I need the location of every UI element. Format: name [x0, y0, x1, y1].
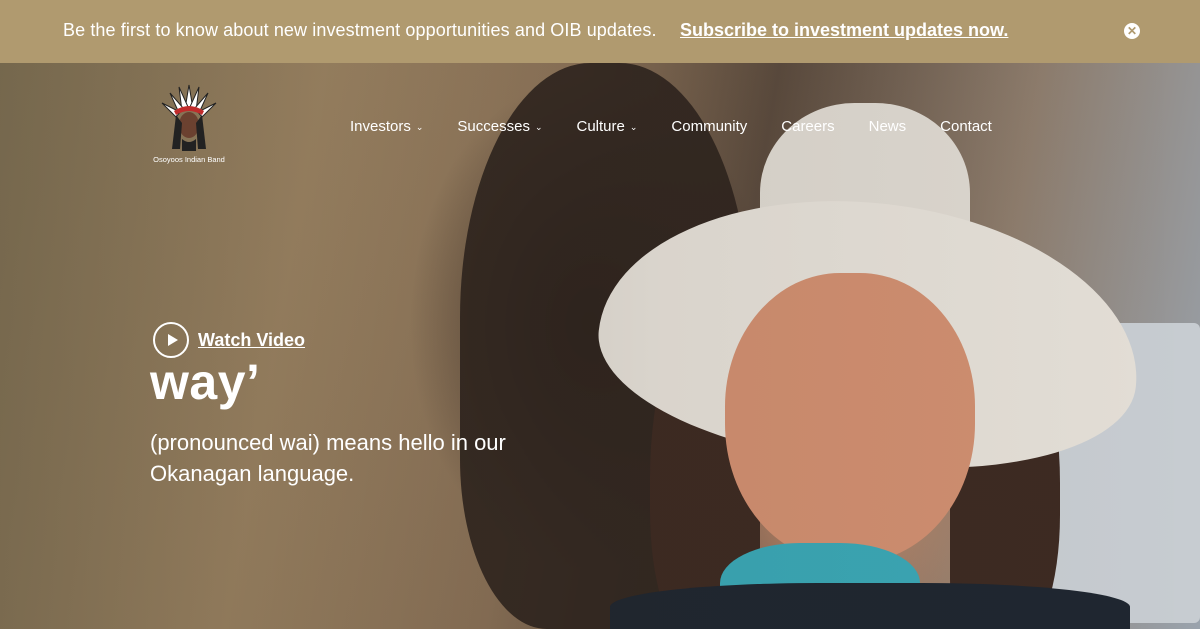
chevron-down-icon: ⌄	[415, 121, 424, 132]
site-logo[interactable]: Osoyoos Indian Band	[148, 79, 230, 169]
nav-item-careers[interactable]: Careers	[781, 116, 834, 136]
nav-item-label: Investors	[350, 117, 411, 135]
nav-item-culture[interactable]: Culture ⌄	[577, 116, 638, 136]
nav-item-contact[interactable]: Contact	[940, 116, 992, 136]
watch-video-label[interactable]: Watch Video	[198, 330, 305, 351]
nav-item-label: Contact	[940, 117, 992, 135]
nav-item-investors[interactable]: Investors ⌄	[350, 116, 423, 136]
chevron-down-icon: ⌄	[534, 121, 543, 132]
close-icon[interactable]: ✕	[1124, 23, 1140, 39]
nav-item-community[interactable]: Community	[671, 116, 747, 136]
nav-item-label: Culture	[576, 117, 625, 135]
hero-headline: way’	[150, 354, 261, 410]
announcement-bar: Be the first to know about new investmen…	[0, 0, 1200, 63]
main-nav: Investors ⌄ Successes ⌄ Culture ⌄ Commun…	[350, 116, 992, 136]
subscribe-link[interactable]: Subscribe to investment updates now.	[680, 20, 1008, 41]
chevron-down-icon: ⌄	[629, 121, 638, 132]
hero-description: (pronounced wai) means hello in our Okan…	[150, 430, 506, 486]
logo-name: Osoyoos Indian Band	[153, 155, 225, 164]
nav-item-news[interactable]: News	[869, 116, 907, 136]
hero-section: Osoyoos Indian Band Investors ⌄ Successe…	[0, 63, 1200, 629]
nav-item-label: Community	[671, 117, 748, 135]
nav-item-label: Careers	[781, 117, 835, 135]
nav-item-label: Successes	[457, 117, 530, 135]
nav-item-label: News	[868, 117, 907, 135]
nav-item-successes[interactable]: Successes ⌄	[457, 116, 542, 136]
headdress-logo-icon	[161, 84, 217, 151]
announcement-message: Be the first to know about new investmen…	[63, 20, 657, 40]
